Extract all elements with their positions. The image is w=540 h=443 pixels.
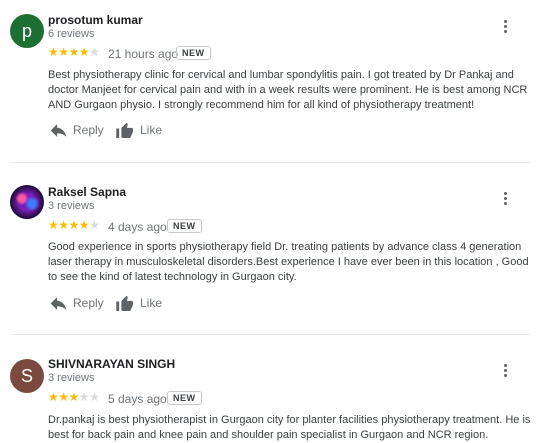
- reply-label: Reply: [73, 296, 104, 310]
- reply-icon: [50, 296, 67, 310]
- star-rating: ★★★★★: [48, 45, 100, 59]
- thumbs-up-icon: [116, 122, 133, 138]
- review-time: 5 days ago: [108, 392, 167, 406]
- reply-icon: [50, 123, 67, 137]
- like-button[interactable]: Like: [116, 122, 162, 138]
- reviewer-name[interactable]: prosotum kumar: [48, 13, 143, 27]
- new-badge: NEW: [167, 219, 202, 233]
- avatar-letter: S: [20, 365, 33, 386]
- review-text: Good experience in sports physiotherapy …: [48, 241, 529, 283]
- review-count[interactable]: 6 reviews: [48, 28, 94, 40]
- reply-label: Reply: [73, 123, 104, 137]
- new-badge: NEW: [176, 46, 211, 60]
- review-count[interactable]: 3 reviews: [48, 200, 94, 212]
- review-time: 4 days ago: [108, 220, 167, 234]
- star-rating: ★★★★★: [48, 390, 100, 404]
- more-options-icon[interactable]: [497, 360, 513, 380]
- like-label: Like: [140, 123, 163, 137]
- star-rating: ★★★★★: [48, 218, 100, 232]
- reply-button[interactable]: Reply: [50, 123, 104, 137]
- new-badge: NEW: [167, 391, 202, 405]
- avatar[interactable]: p: [10, 14, 44, 48]
- review-count[interactable]: 3 reviews: [48, 372, 94, 384]
- thumbs-up-icon: [116, 295, 133, 311]
- review-text: Dr.pankaj is best physiotherapist in Gur…: [48, 414, 531, 441]
- avatar-letter: p: [21, 20, 32, 41]
- reply-button[interactable]: Reply: [50, 296, 104, 310]
- like-label: Like: [140, 296, 163, 310]
- review-text: Best physiotherapy clinic for cervical a…: [48, 69, 528, 111]
- avatar[interactable]: S: [10, 359, 44, 393]
- more-options-icon[interactable]: [497, 188, 513, 208]
- divider: [10, 334, 530, 335]
- avatar[interactable]: [10, 185, 44, 219]
- divider: [10, 162, 530, 163]
- review-time: 21 hours ago: [108, 47, 179, 61]
- reviewer-name[interactable]: SHIVNARAYAN SINGH: [48, 357, 175, 371]
- more-options-icon[interactable]: [497, 16, 513, 36]
- like-button[interactable]: Like: [116, 295, 162, 311]
- reviewer-name[interactable]: Raksel Sapna: [48, 185, 126, 199]
